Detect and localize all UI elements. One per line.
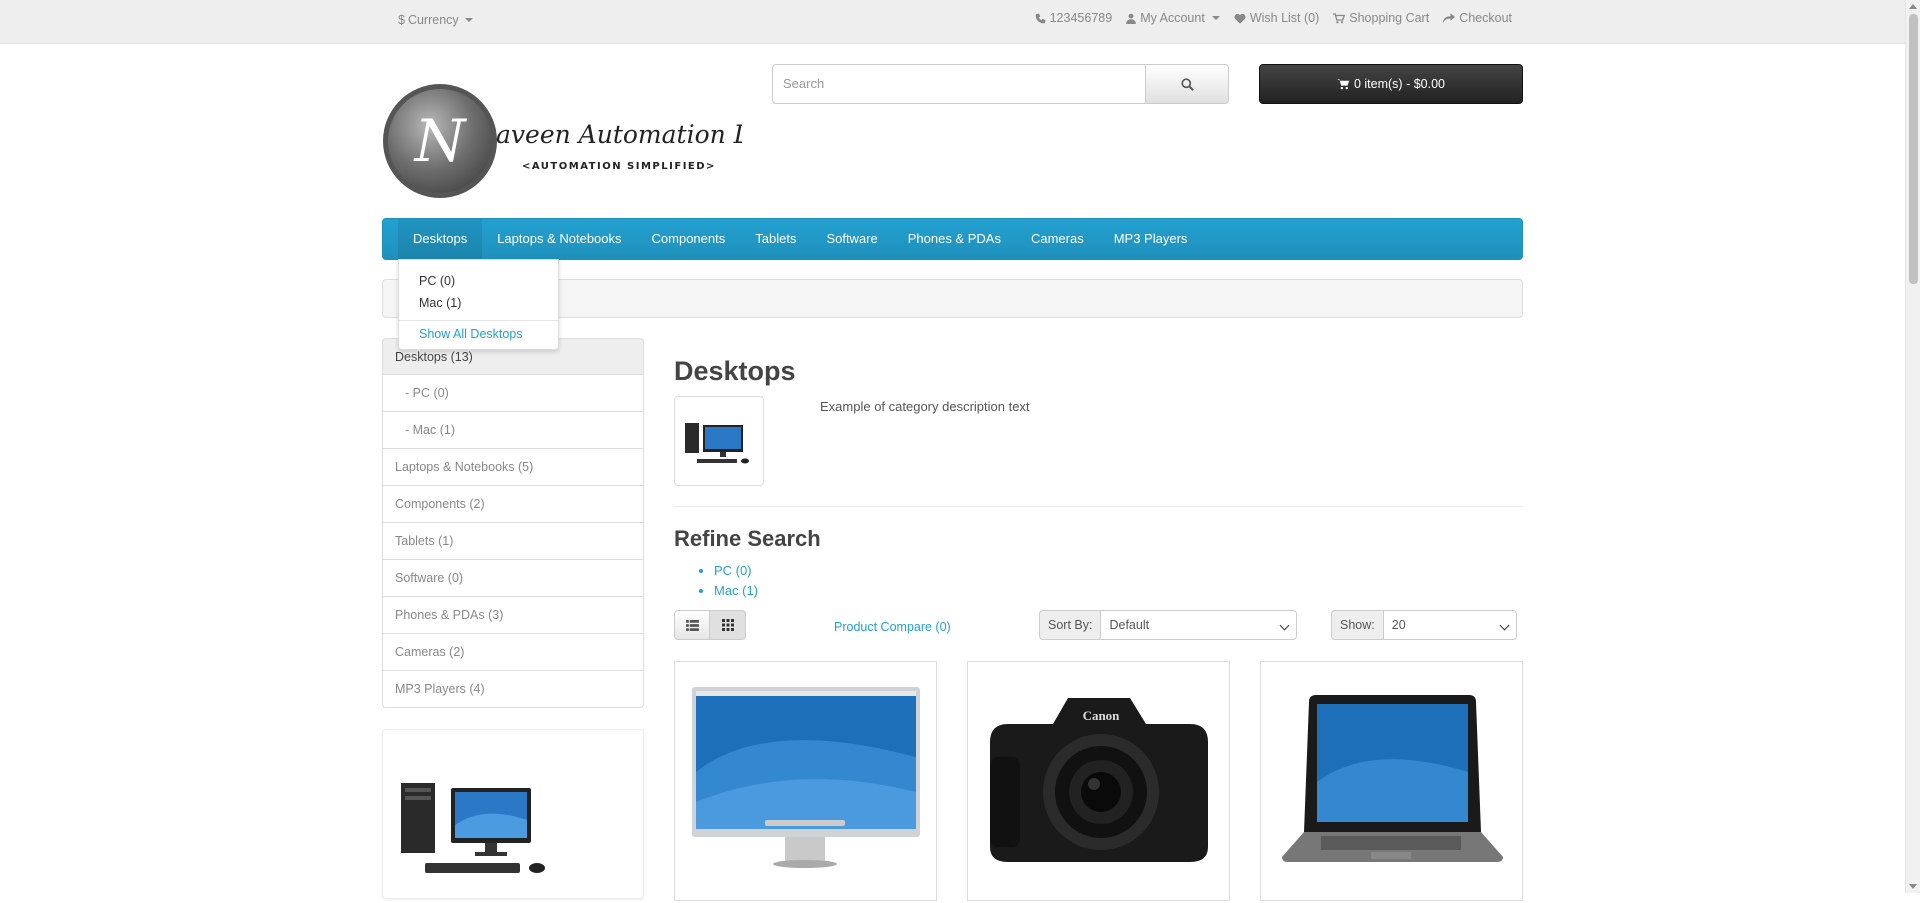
refine-link-mac[interactable]: Mac (1) — [714, 583, 758, 598]
checkout-link[interactable]: Checkout — [1443, 11, 1512, 25]
menu-item-desktops[interactable]: Desktops — [398, 219, 483, 259]
menu-item-cameras[interactable]: Cameras — [1016, 219, 1099, 259]
apple-cinema-display-image — [692, 687, 920, 868]
menu-item-laptops[interactable]: Laptops & Notebooks — [482, 219, 636, 259]
refine-search-list: PC (0) Mac (1) — [696, 561, 758, 601]
currency-symbol: $ — [398, 13, 405, 27]
phone-icon — [1035, 13, 1045, 23]
menu-item-components[interactable]: Components — [637, 219, 741, 259]
my-account-dropdown[interactable]: My Account — [1126, 11, 1220, 25]
logo-letter: N — [413, 107, 468, 175]
hp-laptop-image — [1282, 695, 1503, 862]
menu-item-mp3-players[interactable]: MP3 Players — [1099, 219, 1203, 259]
search-input[interactable]: Search — [772, 64, 1145, 104]
divider — [674, 506, 1523, 507]
phone-link[interactable]: 123456789 — [1035, 11, 1113, 25]
sort-by-label: Sort By: — [1039, 610, 1101, 640]
menu-item-software[interactable]: Software — [811, 219, 892, 259]
share-icon — [1443, 12, 1456, 23]
user-icon — [1126, 13, 1136, 24]
category-item-phones[interactable]: Phones & PDAs (3) — [382, 597, 644, 634]
desktop-computer-image — [401, 783, 545, 873]
cart-label: 0 item(s) - $0.00 — [1353, 77, 1445, 91]
category-item-mp3-players[interactable]: MP3 Players (4) — [382, 671, 644, 708]
sort-by-value: Default — [1109, 618, 1150, 632]
search-bar: Search — [772, 64, 1229, 104]
category-item-cameras[interactable]: Cameras (2) — [382, 634, 644, 671]
dropdown-divider — [399, 320, 558, 321]
chevron-down-icon — [1211, 16, 1220, 20]
show-limit-select[interactable]: 20 — [1382, 610, 1517, 640]
category-item-laptops[interactable]: Laptops & Notebooks (5) — [382, 449, 644, 486]
search-icon — [1180, 77, 1194, 91]
category-item-pc[interactable]: - PC (0) — [382, 375, 644, 412]
dropdown-item-pc[interactable]: PC (0) — [399, 270, 558, 292]
refine-item-mac[interactable]: Mac (1) — [714, 581, 758, 601]
category-item-components[interactable]: Components (2) — [382, 486, 644, 523]
menu-item-tablets[interactable]: Tablets — [740, 219, 811, 259]
desktop-thumbnail-image — [685, 423, 749, 464]
logo-tagline: <AUTOMATION SIMPLIFIED> — [522, 161, 716, 172]
shopping-cart-link[interactable]: Shopping Cart — [1333, 11, 1429, 25]
category-thumbnail — [674, 396, 764, 486]
sidebar-banner[interactable] — [382, 729, 644, 899]
desktops-dropdown-menu: PC (0) Mac (1) Show All Desktops — [398, 259, 559, 350]
grid-icon — [721, 619, 734, 631]
product-card[interactable]: Canon — [967, 661, 1230, 901]
scroll-down-arrow[interactable] — [1909, 884, 1917, 889]
chevron-down-icon — [1280, 620, 1290, 631]
camera-brand-label: Canon — [1083, 708, 1121, 723]
dropdown-item-mac[interactable]: Mac (1) — [399, 292, 558, 314]
show-all-desktops-link[interactable]: Show All Desktops — [399, 325, 558, 343]
product-card[interactable] — [674, 661, 937, 901]
list-view-button[interactable] — [674, 610, 710, 640]
scroll-thumb[interactable] — [1909, 14, 1918, 284]
site-logo[interactable]: N aveen Automation Labs <AUTOMATION SIMP… — [382, 83, 794, 201]
cart-icon — [1336, 79, 1350, 90]
cart-button[interactable]: 0 item(s) - $0.00 — [1259, 64, 1523, 104]
show-limit-value: 20 — [1391, 618, 1406, 632]
top-links: 123456789 My Account Wish List (0) Shopp… — [1035, 11, 1512, 25]
wish-list-link[interactable]: Wish List (0) — [1234, 11, 1319, 25]
scroll-up-arrow[interactable] — [1909, 4, 1917, 9]
refine-link-pc[interactable]: PC (0) — [714, 563, 752, 578]
category-item-mac[interactable]: - Mac (1) — [382, 412, 644, 449]
phone-number: 123456789 — [1049, 11, 1113, 25]
refine-item-pc[interactable]: PC (0) — [714, 561, 758, 581]
view-toggle — [674, 610, 746, 640]
main-menu: Desktops Laptops & Notebooks Components … — [382, 218, 1523, 260]
list-icon — [685, 619, 699, 631]
product-compare-link[interactable]: Product Compare (0) — [834, 620, 951, 634]
shopping-cart-label: Shopping Cart — [1349, 11, 1430, 25]
wish-list-label: Wish List (0) — [1249, 11, 1320, 25]
currency-label: Currency — [407, 13, 459, 27]
chevron-down-icon — [1499, 620, 1510, 631]
logo-graphic: N aveen Automation Labs <AUTOMATION SIMP… — [383, 84, 794, 198]
page-title: Desktops — [674, 356, 796, 386]
sort-by-group: Sort By: Default — [1039, 610, 1298, 640]
page-scrollbar[interactable] — [1905, 0, 1920, 893]
refine-search-title: Refine Search — [674, 526, 821, 551]
sort-by-select[interactable]: Default — [1100, 610, 1298, 640]
menu-item-phones[interactable]: Phones & PDAs — [893, 219, 1016, 259]
canon-eos-5d-image: Canon — [990, 698, 1208, 862]
category-description: Example of category description text — [820, 399, 1030, 414]
heart-icon — [1234, 13, 1246, 24]
my-account-label: My Account — [1140, 11, 1205, 25]
product-card[interactable] — [1260, 661, 1523, 901]
show-label: Show: — [1331, 610, 1383, 640]
show-limit-group: Show: 20 — [1331, 610, 1517, 640]
top-bar: $ Currency 123456789 My Account Wish Lis… — [0, 0, 1905, 44]
category-item-software[interactable]: Software (0) — [382, 560, 644, 597]
search-button[interactable] — [1145, 64, 1229, 104]
logo-name: aveen Automation Labs — [496, 120, 742, 149]
category-list: Desktops (13) - PC (0) - Mac (1) Laptops… — [382, 338, 644, 708]
cart-icon — [1333, 12, 1346, 23]
chevron-down-icon — [464, 18, 473, 22]
checkout-label: Checkout — [1459, 11, 1512, 25]
grid-view-button[interactable] — [710, 610, 746, 640]
category-item-tablets[interactable]: Tablets (1) — [382, 523, 644, 560]
currency-dropdown[interactable]: $ Currency — [398, 13, 473, 27]
